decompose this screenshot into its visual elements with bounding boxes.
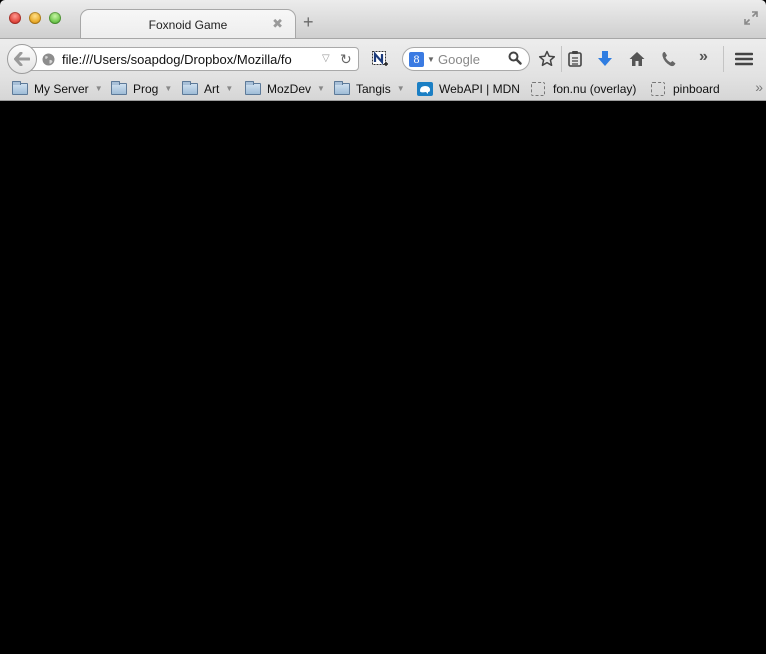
url-text[interactable]: file:///Users/soapdog/Dropbox/Mozilla/fo xyxy=(62,52,317,67)
bookmark-label: Tangis xyxy=(356,81,391,96)
bookmark-label: MozDev xyxy=(267,81,312,96)
bookmarks-overflow-button[interactable]: » xyxy=(755,79,763,95)
bookmark-label: My Server xyxy=(34,81,89,96)
toolbar-separator xyxy=(723,46,724,72)
navigation-toolbar: file:///Users/soapdog/Dropbox/Mozilla/fo… xyxy=(0,38,766,76)
folder-icon xyxy=(334,80,350,95)
mdn-icon xyxy=(417,81,433,96)
back-arrow-icon xyxy=(14,52,30,66)
tab-foxnoid-game[interactable]: Foxnoid Game ✖ xyxy=(80,9,296,39)
chevron-down-icon: ▼ xyxy=(396,84,405,93)
chevron-down-icon: ▼ xyxy=(94,84,103,93)
bookmark-webapi-mdn[interactable]: WebAPI | MDN xyxy=(417,80,520,97)
reading-list-icon[interactable] xyxy=(566,50,584,68)
evernote-clipper-icon[interactable] xyxy=(372,51,388,67)
close-icon[interactable]: ✖ xyxy=(272,16,283,32)
bookmark-folder-prog[interactable]: Prog ▼ xyxy=(111,80,172,97)
fullscreen-arrows-icon[interactable] xyxy=(744,11,758,25)
search-input[interactable] xyxy=(438,52,508,67)
folder-icon xyxy=(182,80,198,95)
globe-icon xyxy=(42,53,55,66)
google-engine-icon[interactable]: 8 xyxy=(409,52,424,67)
window-zoom-button[interactable] xyxy=(49,12,61,24)
new-tab-button[interactable]: + xyxy=(303,13,314,31)
folder-icon xyxy=(111,80,127,95)
bookmark-fon-nu-overlay[interactable]: fon.nu (overlay) xyxy=(531,80,636,97)
bookmark-label: pinboard xyxy=(673,81,720,96)
hamburger-menu-icon[interactable] xyxy=(735,50,753,68)
bookmarks-toolbar: My Server ▼ Prog ▼ Art ▼ MozDev ▼ Tangis… xyxy=(0,76,766,101)
tab-title: Foxnoid Game xyxy=(148,18,228,32)
game-canvas[interactable] xyxy=(0,101,766,654)
toolbar-overflow-button[interactable]: » xyxy=(699,48,708,66)
blank-page-icon xyxy=(531,81,545,96)
title-bar: Foxnoid Game ✖ + xyxy=(0,0,766,39)
bookmark-folder-mozdev[interactable]: MozDev ▼ xyxy=(245,80,325,97)
chevron-down-icon: ▼ xyxy=(164,84,173,93)
bookmark-star-icon[interactable] xyxy=(538,50,556,68)
chevron-down-icon: ▼ xyxy=(317,84,325,93)
search-icon[interactable] xyxy=(508,51,522,65)
bookmark-folder-my-server[interactable]: My Server ▼ xyxy=(12,80,103,97)
search-bar[interactable]: 8 ▼ xyxy=(402,47,530,71)
chevron-down-icon: ▼ xyxy=(225,84,234,93)
downloads-icon[interactable] xyxy=(596,50,614,68)
url-history-dropdown[interactable]: ▽ xyxy=(322,53,330,64)
home-icon[interactable] xyxy=(628,50,646,68)
search-engine-dropdown[interactable]: ▼ xyxy=(427,55,435,64)
window-close-button[interactable] xyxy=(9,12,21,24)
bookmark-label: WebAPI | MDN xyxy=(439,81,520,96)
folder-icon xyxy=(12,80,28,95)
url-bar[interactable]: file:///Users/soapdog/Dropbox/Mozilla/fo… xyxy=(26,47,359,71)
bookmark-label: Prog xyxy=(133,81,159,96)
bookmark-folder-tangis[interactable]: Tangis ▼ xyxy=(334,80,405,97)
bookmark-label: Art xyxy=(204,81,220,96)
folder-icon xyxy=(245,80,261,95)
phone-icon[interactable] xyxy=(660,50,678,68)
reload-icon[interactable]: ↻ xyxy=(340,51,352,68)
blank-page-icon xyxy=(651,81,665,96)
toolbar-separator xyxy=(561,46,562,72)
bookmark-pinboard[interactable]: pinboard xyxy=(651,80,720,97)
bookmark-label: fon.nu (overlay) xyxy=(553,81,637,96)
window-minimize-button[interactable] xyxy=(29,12,41,24)
bookmark-folder-art[interactable]: Art ▼ xyxy=(182,80,233,97)
back-button[interactable] xyxy=(7,44,37,74)
